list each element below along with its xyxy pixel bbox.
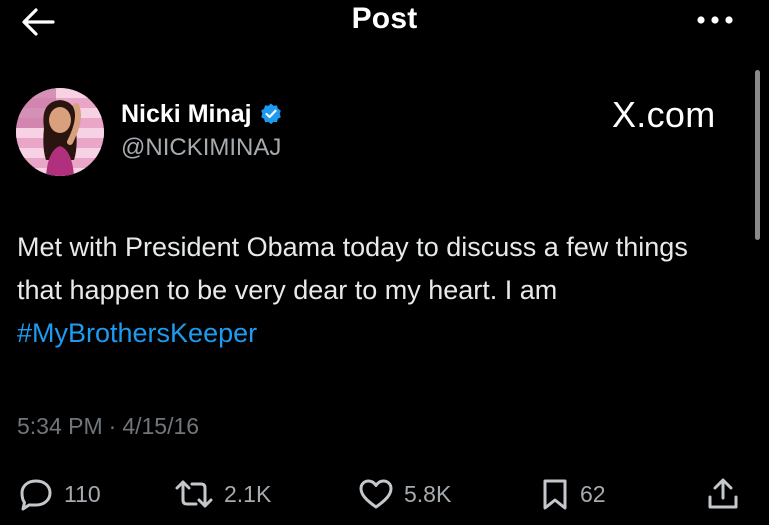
brand-label: X.com — [612, 94, 716, 135]
tweet-time[interactable]: 5:34 PM — [17, 413, 103, 440]
tweet-text-body: Met with President Obama today to discus… — [17, 232, 688, 305]
more-options-button[interactable] — [690, 8, 740, 32]
hashtag-link[interactable]: #MyBrothersKeeper — [17, 318, 257, 348]
bookmark-icon — [540, 477, 570, 511]
share-icon — [706, 477, 740, 511]
action-bar: 110 2.1K 5.8K 62 — [0, 470, 769, 518]
tweet-timestamp: 5:34 PM · 4/15/16 — [17, 413, 199, 440]
heart-icon — [358, 478, 394, 510]
bookmark-button[interactable]: 62 — [540, 470, 606, 518]
author-handle[interactable]: @NICKIMINAJ — [121, 134, 281, 162]
more-horizontal-icon — [693, 14, 737, 26]
avatar[interactable] — [16, 88, 104, 176]
share-button[interactable] — [706, 470, 740, 518]
verified-badge-icon — [259, 102, 283, 126]
like-button[interactable]: 5.8K — [358, 470, 451, 518]
reply-icon — [18, 477, 54, 511]
scrollbar-thumb[interactable] — [755, 70, 760, 240]
like-count: 5.8K — [404, 480, 452, 507]
reply-count: 110 — [64, 480, 101, 507]
reply-button[interactable]: 110 — [18, 470, 101, 518]
repost-count: 2.1K — [224, 480, 272, 507]
tweet-text: Met with President Obama today to discus… — [17, 226, 737, 355]
tweet-date[interactable]: 4/15/16 — [122, 413, 199, 440]
timestamp-separator: · — [108, 413, 117, 439]
page-title: Post — [351, 2, 418, 35]
author-name-row: Nicki Minaj — [121, 98, 283, 130]
author-name[interactable]: Nicki Minaj — [121, 100, 252, 129]
repost-button[interactable]: 2.1K — [174, 470, 271, 518]
repost-icon — [174, 478, 214, 510]
top-bar: Post — [0, 0, 769, 44]
bookmark-count: 62 — [580, 480, 606, 507]
